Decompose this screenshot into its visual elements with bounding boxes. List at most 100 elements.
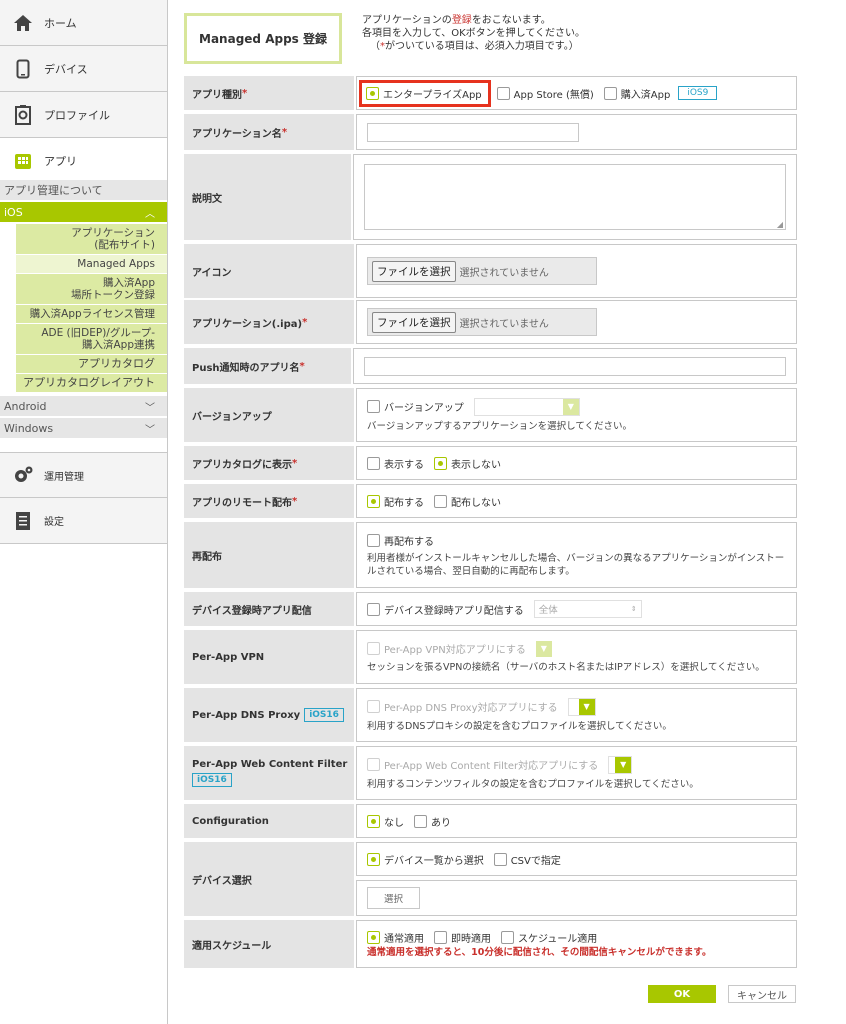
checkbox[interactable] xyxy=(603,86,617,100)
checkbox[interactable] xyxy=(367,456,380,470)
nav-app-label: アプリ xyxy=(44,155,77,168)
checkbox[interactable] xyxy=(434,930,447,944)
vpn-checkbox[interactable]: Per-App VPN対応アプリにする xyxy=(367,641,526,656)
resize-handle-icon[interactable]: ◢ xyxy=(777,220,783,229)
radio-checked[interactable] xyxy=(367,930,380,944)
sidebar-item-license[interactable]: 購入済Appライセンス管理 xyxy=(16,305,167,324)
sidebar-windows-section[interactable]: Windows ﹀ xyxy=(0,418,167,438)
sidebar-ios-section[interactable]: iOS ︿ xyxy=(0,202,167,222)
ok-button[interactable]: OK xyxy=(648,985,716,1003)
required-mark: * xyxy=(292,457,298,469)
push-name-label: Push通知時のアプリ名 * xyxy=(184,348,351,384)
configuration-option-none[interactable]: なし xyxy=(367,814,404,829)
checkbox[interactable] xyxy=(414,814,427,828)
device-reg-field: デバイス登録時アプリ配信する 全体 ⇕ xyxy=(356,592,797,626)
sidebar-item-applications[interactable]: アプリケーション (配布サイト) xyxy=(16,224,167,255)
remote-field: 配布する 配布しない xyxy=(356,484,797,518)
radio-checked[interactable] xyxy=(367,852,380,866)
nav-profile-label: プロファイル xyxy=(44,108,110,122)
app-type-option-appstore[interactable]: App Store (無償) xyxy=(496,86,594,101)
sidebar-item-catalog[interactable]: アプリカタログ xyxy=(16,355,167,374)
checkbox[interactable] xyxy=(367,758,380,771)
configuration-field: なし あり xyxy=(356,804,797,838)
version-up-label: バージョンアップ xyxy=(184,388,354,442)
checkbox[interactable] xyxy=(367,400,380,413)
sidebar-item-purchased-token[interactable]: 購入済App 場所トークン登録 xyxy=(16,274,167,305)
sidebar-about[interactable]: アプリ管理について xyxy=(0,180,167,200)
nav-operations[interactable]: 運用管理 xyxy=(0,452,167,498)
radio-checked[interactable] xyxy=(367,814,380,828)
radio-checked[interactable] xyxy=(366,86,379,100)
version-up-checkbox[interactable]: バージョンアップ xyxy=(367,399,464,414)
dns-select[interactable]: ▼ xyxy=(567,697,596,716)
app-name-field xyxy=(356,114,797,150)
sidebar-item-managed-apps[interactable]: Managed Apps xyxy=(16,255,167,274)
icon-file-button[interactable]: ファイルを選択 xyxy=(372,260,456,282)
sidebar-item-ade[interactable]: ADE (旧DEP)/グループ- 購入済App連携 xyxy=(16,324,167,355)
cancel-button[interactable]: キャンセル xyxy=(728,985,796,1003)
checkbox[interactable] xyxy=(367,642,380,655)
checkbox[interactable] xyxy=(493,852,507,866)
checkbox[interactable] xyxy=(367,533,380,547)
nav-home[interactable]: ホーム xyxy=(0,0,167,46)
ipa-file-button[interactable]: ファイルを選択 xyxy=(372,311,456,333)
app-name-input[interactable] xyxy=(367,122,579,142)
app-type-label-text: アプリ種別 xyxy=(192,89,242,101)
nav-profile[interactable]: プロファイル xyxy=(0,92,167,138)
configuration-option-none-label: なし xyxy=(384,817,404,829)
sidebar-item-catalog-layout[interactable]: アプリカタログレイアウト xyxy=(16,374,167,393)
required-mark: * xyxy=(242,87,248,99)
wcf-select[interactable]: ▼ xyxy=(608,755,633,774)
redistribute-checkbox[interactable]: 再配布する xyxy=(367,533,776,548)
nav-settings[interactable]: 設定 xyxy=(0,498,167,544)
remote-option-no-distribute[interactable]: 配布しない xyxy=(434,494,501,509)
configuration-option-yes[interactable]: あり xyxy=(414,814,451,829)
checkbox[interactable] xyxy=(434,494,447,508)
device-reg-select[interactable]: 全体 ⇕ xyxy=(533,600,642,618)
schedule-option-immediate[interactable]: 即時適用 xyxy=(434,930,491,945)
row-push-name: Push通知時のアプリ名 * xyxy=(184,348,797,384)
app-type-option-enterprise-label: エンタープライズApp xyxy=(383,89,482,101)
nav-device[interactable]: デバイス xyxy=(0,46,167,92)
vpn-note: セッションを張るVPNの接続名（サーバのホスト名またはIPアドレス）を選択してく… xyxy=(367,661,765,673)
device-select-option-list[interactable]: デバイス一覧から選択 xyxy=(367,852,484,867)
row-app-type: アプリ種別 * エンタープライズApp App Store (無償) 購入済App… xyxy=(184,76,797,110)
push-name-input[interactable] xyxy=(364,356,786,376)
wcf-note: 利用するコンテンツフィルタの設定を含むプロファイルを選択してください。 xyxy=(367,778,699,790)
checkbox[interactable] xyxy=(501,930,514,944)
schedule-option-normal[interactable]: 通常適用 xyxy=(367,930,424,945)
dns-checkbox[interactable]: Per-App DNS Proxy対応アプリにする xyxy=(367,699,558,714)
device-select-button[interactable]: 選択 xyxy=(367,887,421,909)
checkbox[interactable] xyxy=(367,602,380,616)
wcf-checkbox[interactable]: Per-App Web Content Filter対応アプリにする xyxy=(367,757,598,772)
dns-checkbox-label: Per-App DNS Proxy対応アプリにする xyxy=(384,703,558,714)
checkbox[interactable] xyxy=(496,86,510,100)
dropdown-arrow-icon: ▼ xyxy=(615,756,632,773)
remote-option-distribute[interactable]: 配布する xyxy=(367,494,424,509)
sidebar-android-section[interactable]: Android ﹀ xyxy=(0,396,167,416)
row-wcf: Per-App Web Content Filter iOS16 Per-App… xyxy=(184,746,797,800)
device-reg-checkbox[interactable]: デバイス登録時アプリ配信する xyxy=(367,602,524,617)
nav-app[interactable]: アプリ xyxy=(0,138,167,184)
radio-checked[interactable] xyxy=(367,494,380,508)
row-description: 説明文 ◢ xyxy=(184,154,797,240)
schedule-note: 通常適用を選択すると、10分後に配信され、その間配信キャンセルができます。 xyxy=(367,946,712,958)
description-label: 説明文 xyxy=(184,154,351,240)
device-icon xyxy=(12,58,34,80)
description-field: ◢ xyxy=(353,154,797,240)
schedule-option-scheduled[interactable]: スケジュール適用 xyxy=(501,930,597,945)
intro-text-3c: がついている項目は、必須入力項目です。） xyxy=(385,41,579,52)
app-type-option-enterprise[interactable]: エンタープライズApp xyxy=(359,79,491,107)
version-up-select[interactable]: ▼ xyxy=(473,397,580,416)
device-select-option-csv[interactable]: CSVで指定 xyxy=(493,852,561,867)
description-textarea[interactable]: ◢ xyxy=(364,164,786,230)
radio-checked[interactable] xyxy=(434,456,447,470)
dns-note: 利用するDNSプロキシの設定を含むプロファイルを選択してください。 xyxy=(367,720,672,732)
catalog-option-hide[interactable]: 表示しない xyxy=(434,456,501,471)
dns-label-text: Per-App DNS Proxy xyxy=(192,709,301,721)
catalog-label-text: アプリカタログに表示 xyxy=(192,459,292,471)
catalog-option-show[interactable]: 表示する xyxy=(367,456,424,471)
checkbox[interactable] xyxy=(367,700,380,713)
vpn-select[interactable]: ▼ xyxy=(535,640,552,657)
app-type-option-purchased[interactable]: 購入済App iOS9 xyxy=(603,86,718,101)
